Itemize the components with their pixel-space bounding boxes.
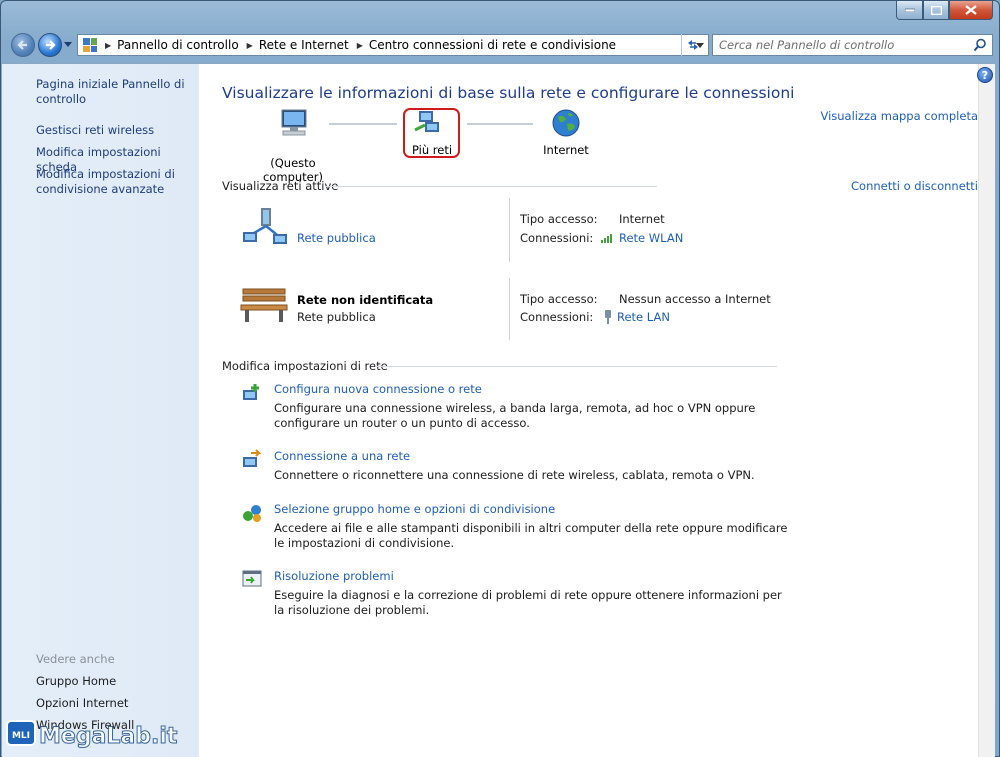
network-1-connection[interactable]: Rete WLAN [601, 231, 683, 245]
see-also-header: Vedere anche [36, 652, 115, 666]
network-1-connections-label: Connessioni: [520, 231, 594, 245]
ethernet-plug-icon [605, 310, 611, 324]
divider [509, 278, 510, 340]
task-4-description: Eseguire la diagnosi e la correzione di … [274, 588, 782, 617]
close-icon [965, 5, 977, 15]
troubleshoot-icon[interactable] [241, 568, 263, 590]
network-2-access-value: Nessun accesso a Internet [619, 292, 771, 306]
see-also-internet-options[interactable]: Opzioni Internet [36, 696, 128, 710]
map-connector [329, 123, 397, 125]
search-box[interactable] [712, 34, 993, 56]
task-2-link[interactable]: Connessione a una rete [274, 449, 410, 463]
divider [375, 366, 777, 367]
chevron-right-icon[interactable]: ▶ [105, 41, 111, 50]
minimize-icon [904, 8, 915, 12]
divider [509, 198, 510, 262]
chevron-right-icon[interactable]: ▶ [357, 41, 363, 50]
address-bar[interactable]: ▶ Pannello di controllo ▶ Rete e Interne… [77, 34, 709, 56]
full-map-link[interactable]: Visualizza mappa completa [820, 109, 978, 123]
sidebar: Pagina iniziale Pannello di controllo Ge… [2, 64, 199, 757]
breadcrumb-network-center[interactable]: Centro connessioni di rete e condivision… [369, 38, 616, 52]
wifi-signal-icon [601, 234, 612, 243]
network-2-connections-label: Connessioni: [520, 310, 594, 324]
window-title [101, 3, 701, 15]
watermark-logo: MLI MegaLab.it [3, 713, 183, 753]
network-1-access-value: Internet [619, 212, 665, 226]
network-1-name[interactable]: Rete pubblica [297, 231, 376, 245]
network-1-access-label: Tipo accesso: [520, 212, 598, 226]
breadcrumb-control-panel[interactable]: Pannello di controllo [117, 38, 239, 52]
refresh-icon [687, 40, 698, 50]
window: ▶ Pannello di controllo ▶ Rete e Interne… [0, 0, 1000, 757]
sidebar-item-sharing[interactable]: Modifica impostazioni di condivisione av… [36, 167, 186, 197]
chevron-right-icon[interactable]: ▶ [247, 41, 253, 50]
map-computer-icon[interactable] [277, 108, 311, 141]
see-also-homegroup[interactable]: Gruppo Home [36, 674, 116, 688]
forward-button[interactable] [38, 33, 62, 57]
search-input[interactable] [719, 38, 969, 52]
page-title: Visualizzare le informazioni di base sul… [222, 84, 795, 102]
vertical-scrollbar[interactable] [978, 64, 995, 757]
recent-pages-dropdown[interactable] [64, 42, 72, 47]
active-networks-header: Visualizza reti attive [222, 179, 339, 193]
back-button[interactable] [11, 33, 35, 57]
task-2-description: Connettere o riconnettere una connession… [274, 468, 755, 482]
sidebar-home-link[interactable]: Pagina iniziale Pannello di controllo [36, 77, 186, 107]
content-area: Pagina iniziale Pannello di controllo Ge… [2, 63, 995, 757]
search-icon[interactable] [973, 38, 987, 52]
task-3-description: Accedere ai file e alle stampanti dispon… [274, 521, 788, 550]
refresh-button[interactable] [681, 34, 703, 56]
network-2-connection[interactable]: Rete LAN [603, 310, 670, 324]
task-1-description: Configurare una connessione wireless, a … [274, 401, 756, 430]
connect-disconnect-link[interactable]: Connetti o disconnetti [851, 179, 978, 193]
arrow-left-icon [17, 40, 27, 50]
connect-network-icon[interactable] [241, 449, 263, 471]
map-connector [467, 123, 533, 125]
task-1-link[interactable]: Configura nuova connessione o rete [274, 382, 482, 396]
network-2-name: Rete non identificata [297, 293, 434, 307]
new-connection-icon[interactable] [241, 382, 263, 404]
control-panel-icon [83, 38, 97, 52]
arrow-right-icon [46, 40, 56, 50]
main-panel: Visualizzare le informazioni di base sul… [199, 64, 978, 757]
maximize-icon [930, 5, 942, 15]
wlan-link[interactable]: Rete WLAN [619, 231, 683, 245]
svg-text:MLI: MLI [12, 731, 30, 741]
lan-link[interactable]: Rete LAN [617, 310, 670, 324]
network-2-access-label: Tipo accesso: [520, 292, 598, 306]
map-internet-label: Internet [543, 143, 589, 157]
navigation-bar: ▶ Pannello di controllo ▶ Rete e Interne… [9, 32, 993, 58]
park-bench-icon[interactable] [239, 285, 289, 328]
title-bar[interactable] [1, 1, 999, 29]
change-settings-header: Modifica impostazioni di rete [222, 359, 388, 373]
homegroup-icon[interactable] [241, 502, 263, 524]
globe-icon[interactable] [551, 108, 581, 141]
task-4-link[interactable]: Risoluzione problemi [274, 569, 394, 583]
svg-text:MegaLab.it: MegaLab.it [39, 724, 178, 749]
breadcrumb-network-internet[interactable]: Rete e Internet [259, 38, 349, 52]
help-icon[interactable]: ? [977, 67, 993, 83]
network-2-type[interactable]: Rete pubblica [297, 310, 376, 324]
close-button[interactable] [949, 1, 993, 20]
window-controls [896, 1, 993, 20]
task-3-link[interactable]: Selezione gruppo home e opzioni di condi… [274, 502, 555, 516]
map-network-label: Più reti [411, 143, 453, 157]
minimize-button[interactable] [896, 1, 923, 20]
sidebar-item-wireless[interactable]: Gestisci reti wireless [36, 123, 186, 138]
divider [325, 186, 657, 187]
public-network-icon[interactable] [241, 206, 289, 249]
maximize-button[interactable] [923, 1, 949, 20]
